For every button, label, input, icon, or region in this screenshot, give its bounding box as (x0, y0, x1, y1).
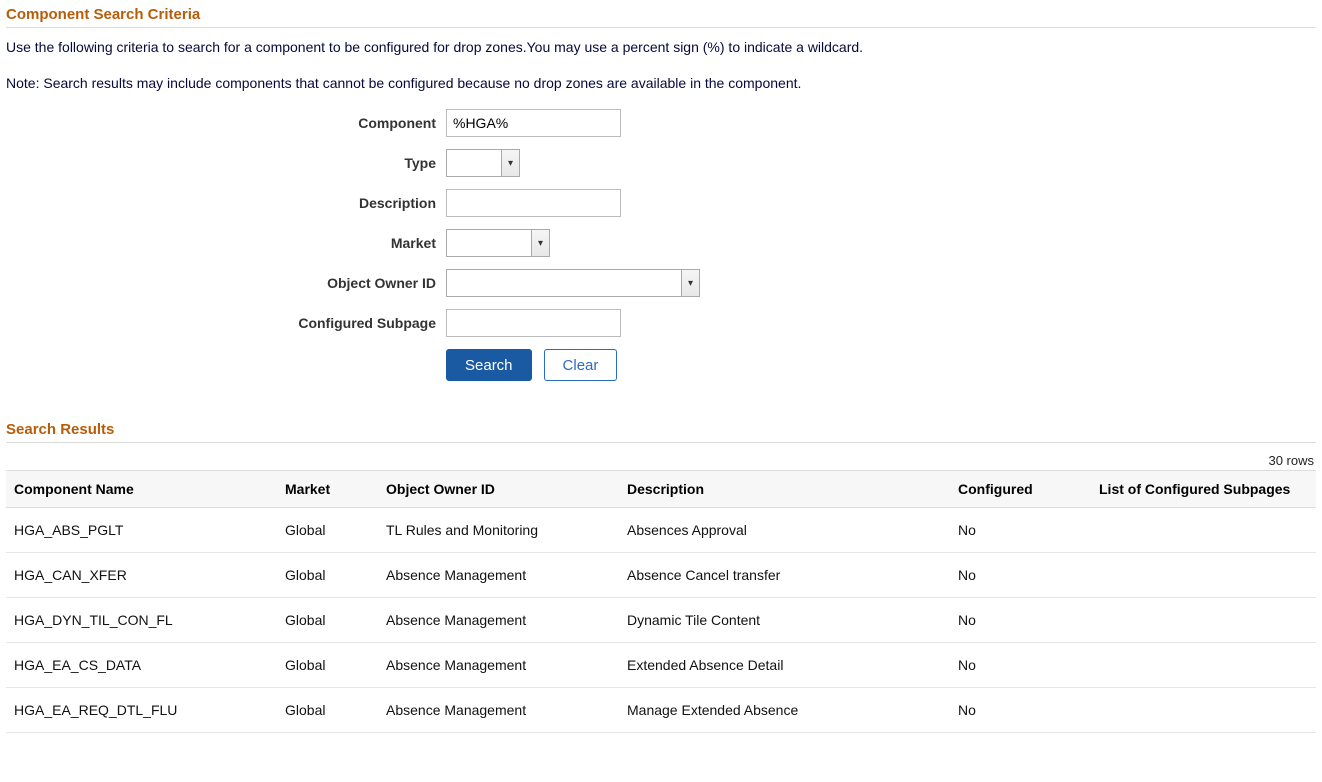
label-market: Market (6, 235, 446, 251)
cell-market: Global (277, 598, 378, 643)
criteria-form: Component Type ▾ Description Market ▾ Ob… (6, 109, 1316, 381)
cell-configured: No (950, 508, 1091, 553)
cell-component: HGA_DYN_TIL_CON_FL (6, 598, 277, 643)
col-subpages[interactable]: List of Configured Subpages (1091, 471, 1316, 508)
table-row[interactable]: HGA_ABS_PGLTGlobalTL Rules and Monitorin… (6, 508, 1316, 553)
owner-select[interactable]: ▾ (446, 269, 700, 297)
clear-button[interactable]: Clear (544, 349, 618, 381)
chevron-down-icon: ▾ (682, 269, 700, 297)
cell-subpages (1091, 688, 1316, 733)
criteria-section-title: Component Search Criteria (6, 6, 1316, 28)
cell-configured: No (950, 643, 1091, 688)
cell-component: HGA_CAN_XFER (6, 553, 277, 598)
type-select[interactable]: ▾ (446, 149, 520, 177)
cell-owner: Absence Management (378, 688, 619, 733)
label-subpage: Configured Subpage (6, 315, 446, 331)
search-button[interactable]: Search (446, 349, 532, 381)
table-row[interactable]: HGA_EA_REQ_DTL_FLUGlobalAbsence Manageme… (6, 688, 1316, 733)
cell-subpages (1091, 508, 1316, 553)
label-description: Description (6, 195, 446, 211)
table-row[interactable]: HGA_EA_CS_DATAGlobalAbsence ManagementEx… (6, 643, 1316, 688)
cell-configured: No (950, 553, 1091, 598)
label-owner: Object Owner ID (6, 275, 446, 291)
col-owner[interactable]: Object Owner ID (378, 471, 619, 508)
cell-description: Manage Extended Absence (619, 688, 950, 733)
subpage-input[interactable] (446, 309, 621, 337)
cell-component: HGA_EA_CS_DATA (6, 643, 277, 688)
results-row-count: 30 rows (6, 453, 1314, 468)
results-table: Component Name Market Object Owner ID De… (6, 470, 1316, 733)
cell-owner: Absence Management (378, 553, 619, 598)
results-section-title: Search Results (6, 421, 1316, 443)
col-component[interactable]: Component Name (6, 471, 277, 508)
component-input[interactable] (446, 109, 621, 137)
cell-description: Absences Approval (619, 508, 950, 553)
cell-owner: Absence Management (378, 643, 619, 688)
cell-market: Global (277, 553, 378, 598)
col-configured[interactable]: Configured (950, 471, 1091, 508)
cell-owner: Absence Management (378, 598, 619, 643)
description-input[interactable] (446, 189, 621, 217)
label-component: Component (6, 115, 446, 131)
results-header-row: Component Name Market Object Owner ID De… (6, 471, 1316, 508)
table-row[interactable]: HGA_DYN_TIL_CON_FLGlobalAbsence Manageme… (6, 598, 1316, 643)
chevron-down-icon: ▾ (502, 149, 520, 177)
cell-market: Global (277, 643, 378, 688)
col-description[interactable]: Description (619, 471, 950, 508)
cell-market: Global (277, 688, 378, 733)
cell-description: Dynamic Tile Content (619, 598, 950, 643)
cell-description: Absence Cancel transfer (619, 553, 950, 598)
cell-market: Global (277, 508, 378, 553)
cell-subpages (1091, 598, 1316, 643)
cell-description: Extended Absence Detail (619, 643, 950, 688)
cell-configured: No (950, 598, 1091, 643)
cell-component: HGA_ABS_PGLT (6, 508, 277, 553)
cell-component: HGA_EA_REQ_DTL_FLU (6, 688, 277, 733)
cell-configured: No (950, 688, 1091, 733)
chevron-down-icon: ▾ (532, 229, 550, 257)
label-type: Type (6, 155, 446, 171)
market-select[interactable]: ▾ (446, 229, 550, 257)
col-market[interactable]: Market (277, 471, 378, 508)
criteria-intro-line1: Use the following criteria to search for… (6, 38, 1316, 58)
cell-subpages (1091, 553, 1316, 598)
cell-owner: TL Rules and Monitoring (378, 508, 619, 553)
cell-subpages (1091, 643, 1316, 688)
table-row[interactable]: HGA_CAN_XFERGlobalAbsence ManagementAbse… (6, 553, 1316, 598)
criteria-intro: Use the following criteria to search for… (6, 38, 1316, 93)
criteria-intro-line2: Note: Search results may include compone… (6, 74, 1316, 94)
